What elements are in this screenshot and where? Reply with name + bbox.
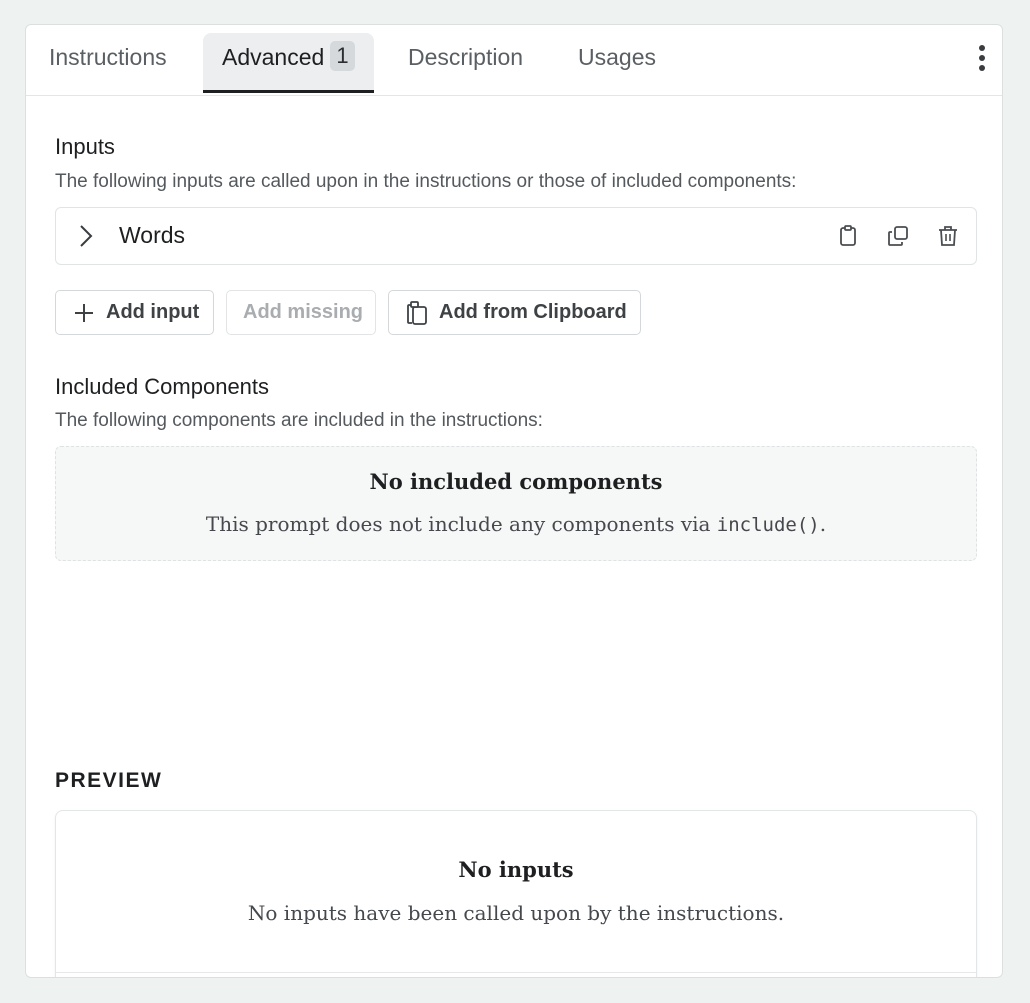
prompt-editor-panel: Instructions Advanced 1 Description Usage… xyxy=(25,24,1003,978)
trash-icon[interactable] xyxy=(936,224,960,248)
no-components-placeholder: No included components This prompt does … xyxy=(55,446,977,561)
copy-icon[interactable] xyxy=(886,224,910,248)
empty-state-title: No included components xyxy=(369,469,663,494)
add-missing-button[interactable]: Add missing xyxy=(226,290,376,335)
inputs-section-title: Inputs xyxy=(55,134,115,159)
tab-usages[interactable]: Usages xyxy=(578,33,656,85)
preview-panel: No inputs No inputs have been called upo… xyxy=(55,810,977,977)
empty-text-part: This prompt does not include any compone… xyxy=(205,512,717,536)
include-code: include() xyxy=(716,514,820,536)
tab-description[interactable]: Description xyxy=(408,33,523,85)
inputs-section-description: The following inputs are called upon in … xyxy=(55,171,797,192)
chevron-right-icon[interactable] xyxy=(76,224,96,248)
input-name[interactable]: Words xyxy=(119,222,185,249)
add-input-button[interactable]: Add input xyxy=(55,290,214,335)
tab-label: Description xyxy=(408,44,524,70)
tab-label: Instructions xyxy=(49,44,167,70)
divider xyxy=(56,972,976,973)
button-label: Add missing xyxy=(243,301,364,323)
components-section-title: Included Components xyxy=(55,374,270,399)
tab-bar: Instructions Advanced 1 Description Usage… xyxy=(26,25,1002,96)
preview-empty-title: No inputs xyxy=(458,857,574,882)
tab-instructions[interactable]: Instructions xyxy=(49,33,167,85)
tab-label: Advanced xyxy=(222,44,325,70)
add-from-clipboard-button[interactable]: Add from Clipboard xyxy=(388,290,641,335)
tab-advanced[interactable]: Advanced 1 xyxy=(203,33,374,93)
input-item-words[interactable]: Words xyxy=(55,207,977,265)
preview-empty-text: No inputs have been called upon by the i… xyxy=(247,901,785,925)
button-label: Add input xyxy=(106,301,200,323)
button-label: Add from Clipboard xyxy=(439,301,627,323)
empty-text-part: . xyxy=(819,512,827,536)
clipboard-icon[interactable] xyxy=(836,224,860,248)
tab-count-badge: 1 xyxy=(330,41,355,71)
preview-heading: PREVIEW xyxy=(55,769,163,792)
components-section-description: The following components are included in… xyxy=(55,410,543,431)
plus-icon xyxy=(75,304,93,322)
empty-state-text: This prompt does not include any compone… xyxy=(56,512,976,536)
tab-label: Usages xyxy=(578,44,656,70)
clipboard-copy-icon xyxy=(407,301,427,325)
more-vertical-icon[interactable] xyxy=(976,45,988,71)
